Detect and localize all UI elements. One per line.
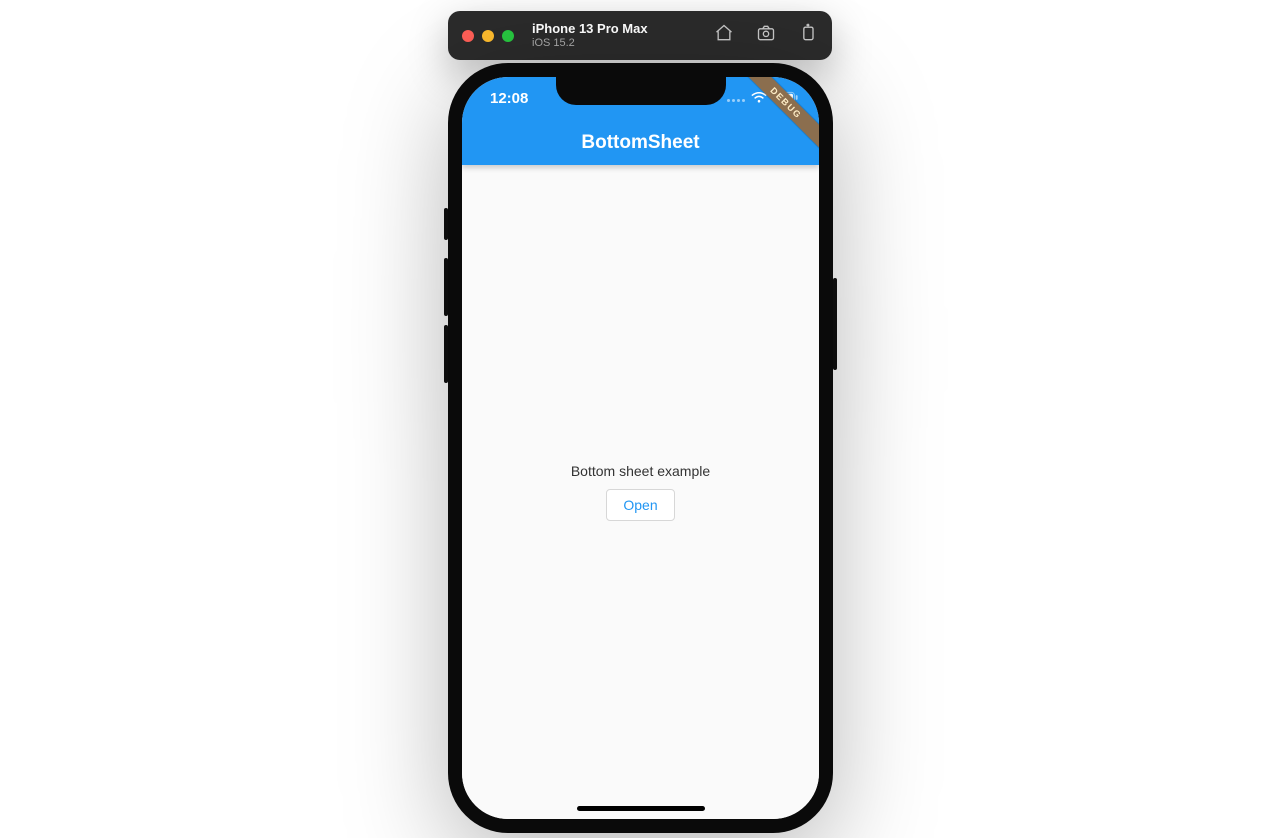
window-controls bbox=[462, 30, 514, 42]
os-version-label: iOS 15.2 bbox=[532, 37, 648, 50]
home-icon[interactable] bbox=[714, 23, 734, 48]
app-body: Bottom sheet example Open bbox=[462, 165, 819, 819]
rotate-icon[interactable] bbox=[798, 23, 818, 48]
device-notch bbox=[556, 77, 726, 105]
body-message: Bottom sheet example bbox=[571, 463, 710, 479]
zoom-window-button[interactable] bbox=[502, 30, 514, 42]
close-window-button[interactable] bbox=[462, 30, 474, 42]
battery-icon bbox=[773, 91, 799, 109]
device-frame: 12:08 DEBUG Botto bbox=[448, 63, 833, 833]
wifi-icon bbox=[751, 91, 767, 109]
open-button[interactable]: Open bbox=[606, 489, 674, 521]
screenshot-icon[interactable] bbox=[756, 23, 776, 48]
simulator-title: iPhone 13 Pro Max iOS 15.2 bbox=[532, 22, 648, 50]
simulator-toolbar: iPhone 13 Pro Max iOS 15.2 bbox=[448, 11, 832, 60]
app-bar-title: BottomSheet bbox=[581, 132, 699, 154]
home-indicator[interactable] bbox=[577, 806, 705, 811]
power-button[interactable] bbox=[833, 278, 837, 370]
status-time: 12:08 bbox=[490, 90, 528, 107]
app-bar: BottomSheet bbox=[462, 121, 819, 165]
device-name-label: iPhone 13 Pro Max bbox=[532, 22, 648, 37]
minimize-window-button[interactable] bbox=[482, 30, 494, 42]
cellular-icon bbox=[727, 99, 745, 102]
device-screen: 12:08 DEBUG Botto bbox=[462, 77, 819, 819]
